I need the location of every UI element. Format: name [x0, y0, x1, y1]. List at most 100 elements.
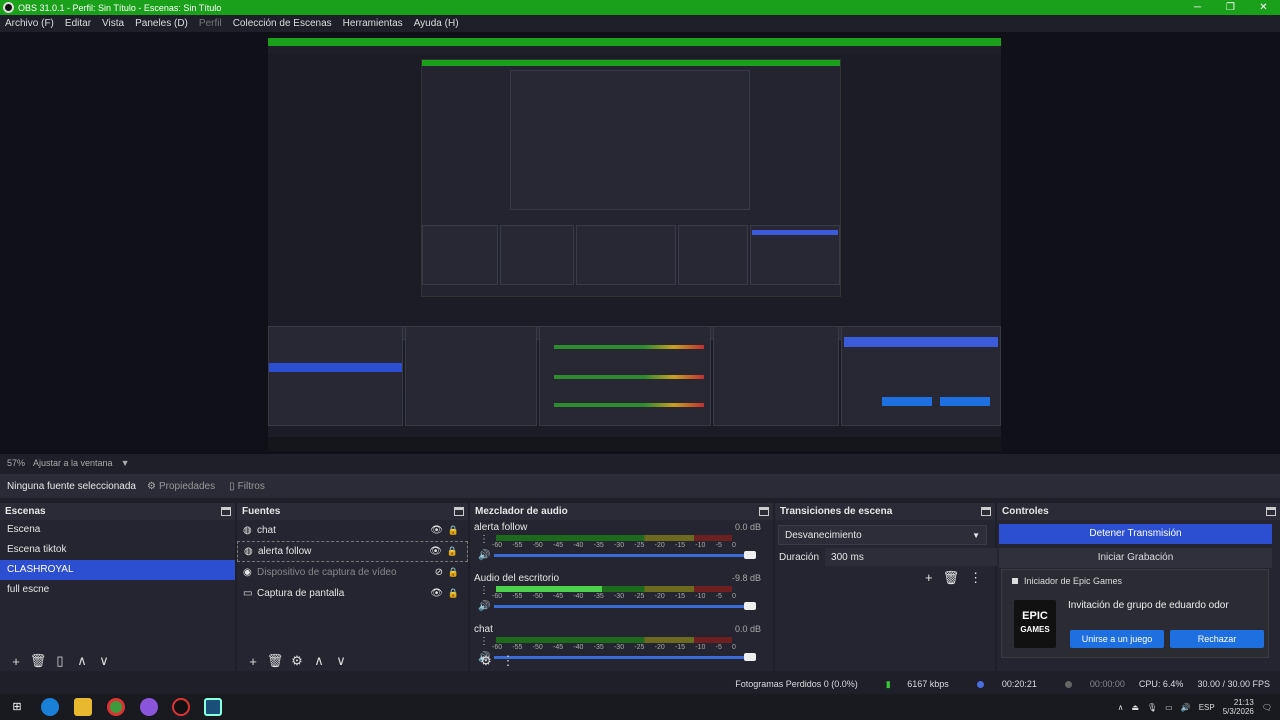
transition-select[interactable]: Desvanecimiento ▼: [778, 525, 987, 545]
reject-button[interactable]: Rechazar: [1170, 630, 1264, 648]
undock-icon[interactable]: [454, 507, 464, 516]
zoom-fit-dropdown[interactable]: Ajustar a la ventana: [33, 458, 113, 468]
audio-mixer-dock: Mezclador de audio alerta follow 0.0 dB …: [470, 503, 773, 671]
lock-icon[interactable]: 🔒: [448, 525, 459, 536]
undock-icon[interactable]: [1266, 507, 1276, 516]
file-explorer-icon[interactable]: [74, 698, 92, 716]
gear-icon[interactable]: ⚙: [286, 653, 308, 669]
obs-logo-icon: [3, 2, 14, 13]
volume-slider[interactable]: [494, 551, 756, 559]
move-up-icon[interactable]: ∧: [308, 653, 330, 669]
usb-icon[interactable]: ⏏: [1131, 703, 1139, 712]
source-item-screen-capture[interactable]: ▭ Captura de pantalla 👁 🔒: [237, 583, 468, 604]
source-item-chat[interactable]: ◍ chat 👁 🔒: [237, 520, 468, 541]
clock[interactable]: 21:13 5/3/2026: [1223, 698, 1254, 716]
db-tick-label: -40: [573, 644, 584, 651]
scene-item[interactable]: full escne: [0, 580, 235, 600]
eye-icon[interactable]: 👁: [430, 525, 443, 536]
eye-hidden-icon[interactable]: ⊘: [435, 567, 443, 578]
undock-icon[interactable]: [759, 507, 769, 516]
add-source-icon[interactable]: +: [242, 654, 264, 669]
maximize-button[interactable]: ❐: [1214, 0, 1247, 15]
undock-icon[interactable]: [981, 507, 991, 516]
cpu-status: CPU: 6.4%: [1138, 679, 1184, 689]
obs-icon[interactable]: [172, 698, 190, 716]
windows-taskbar: ⊞ ∧ ⏏ 🎙 ▭ 🔊 ESP 21:13 5/3/2026 🗨: [0, 694, 1280, 720]
add-scene-icon[interactable]: +: [5, 654, 27, 669]
monitor-icon[interactable]: ▭: [1165, 703, 1173, 712]
scene-item[interactable]: Escena: [0, 520, 235, 540]
preview-nested-stop-button: [752, 230, 838, 235]
notification-icon[interactable]: 🗨: [1262, 703, 1272, 712]
more-vertical-icon[interactable]: ⋮: [479, 636, 489, 647]
db-tick-label: -30: [613, 542, 625, 549]
close-button[interactable]: ✕: [1247, 0, 1280, 15]
menu-perfil[interactable]: Perfil: [199, 18, 222, 29]
join-game-button[interactable]: Unirse a un juego: [1070, 630, 1164, 648]
gear-icon[interactable]: ⚙: [475, 653, 497, 669]
epic-games-logo-icon: EPIC GAMES: [1014, 600, 1056, 648]
mixer-channel: alerta follow 0.0 dB ⋮ -60 -55 -50 -45 -40 -3…: [470, 520, 773, 571]
add-transition-icon[interactable]: +: [925, 570, 933, 586]
volume-icon[interactable]: 🔊: [1181, 703, 1191, 712]
chrome-icon[interactable]: [107, 698, 125, 716]
menu-editar[interactable]: Editar: [65, 18, 91, 29]
volume-slider[interactable]: [494, 602, 756, 610]
stop-stream-button[interactable]: Detener Transmisión: [999, 524, 1272, 544]
language-indicator[interactable]: ESP: [1199, 703, 1215, 712]
chevron-up-icon[interactable]: ∧: [1118, 703, 1124, 712]
move-down-icon[interactable]: ∨: [93, 653, 115, 669]
db-tick-label: -45: [552, 542, 564, 549]
db-tick-label: 0: [732, 542, 736, 549]
volume-slider-knob[interactable]: [744, 551, 756, 559]
menu-vista[interactable]: Vista: [102, 18, 124, 29]
windows-start-icon[interactable]: ⊞: [8, 698, 26, 716]
start-recording-button[interactable]: Iniciar Grabación: [999, 548, 1272, 568]
source-item-alerta-follow[interactable]: ◍ alerta follow 👁 🔒: [237, 541, 468, 562]
trash-icon[interactable]: 🗑: [264, 653, 286, 669]
more-vertical-icon[interactable]: ⋮: [497, 653, 519, 669]
filters-button[interactable]: ▯ Filtros: [229, 481, 265, 492]
more-vertical-icon[interactable]: ⋮: [479, 585, 489, 596]
transitions-dock: Transiciones de escena Desvanecimiento ▼…: [775, 503, 998, 671]
microphone-icon[interactable]: 🎙: [1147, 703, 1157, 712]
menu-herramientas[interactable]: Herramientas: [343, 18, 403, 29]
stream-time-status: 00:20:21: [963, 679, 1037, 689]
menu-paneles[interactable]: Paneles (D): [135, 18, 188, 29]
channel-db: -9.8 dB: [731, 573, 761, 583]
lock-icon[interactable]: 🔒: [447, 546, 458, 557]
db-tick-label: -50: [532, 644, 543, 651]
move-up-icon[interactable]: ∧: [71, 653, 93, 669]
channel-name: chat: [474, 624, 493, 635]
volume-icon[interactable]: 🔊: [478, 601, 490, 612]
active-window-icon[interactable]: [204, 698, 222, 716]
volume-slider-knob[interactable]: [744, 602, 756, 610]
duration-input[interactable]: 300 ms: [825, 548, 998, 566]
properties-button[interactable]: ⚙ Propiedades: [147, 481, 215, 492]
bitrate-status: ▮ 6167 kbps: [885, 678, 949, 689]
program-preview[interactable]: [268, 38, 1001, 451]
trash-icon[interactable]: 🗑: [27, 653, 49, 669]
undock-icon[interactable]: [221, 507, 231, 516]
lock-icon[interactable]: 🔒: [448, 588, 459, 599]
filter-icon[interactable]: ▯: [49, 653, 71, 669]
minimize-button[interactable]: ─: [1181, 0, 1214, 15]
menu-archivo[interactable]: Archivo (F): [5, 18, 54, 29]
menu-ayuda[interactable]: Ayuda (H): [414, 18, 459, 29]
move-down-icon[interactable]: ∨: [330, 653, 352, 669]
source-item-capture-device[interactable]: ◉ Dispositivo de captura de vídeo ⊘ 🔒: [237, 562, 468, 583]
lock-icon[interactable]: 🔒: [448, 567, 459, 578]
menu-coleccion[interactable]: Colección de Escenas: [233, 18, 332, 29]
eye-icon[interactable]: 👁: [429, 546, 442, 557]
more-vertical-icon[interactable]: ⋮: [969, 570, 982, 586]
chevron-down-icon[interactable]: ▼: [121, 458, 130, 468]
volume-icon[interactable]: 🔊: [478, 550, 490, 561]
scene-item-selected[interactable]: CLASHROYAL: [0, 560, 235, 580]
edge-icon[interactable]: [41, 698, 59, 716]
app-icon[interactable]: [140, 698, 158, 716]
eye-icon[interactable]: 👁: [430, 588, 443, 599]
scene-item[interactable]: Escena tiktok: [0, 540, 235, 560]
trash-icon[interactable]: 🗑: [943, 570, 960, 586]
signal-icon: ▮: [885, 678, 891, 689]
more-vertical-icon[interactable]: ⋮: [479, 534, 489, 545]
